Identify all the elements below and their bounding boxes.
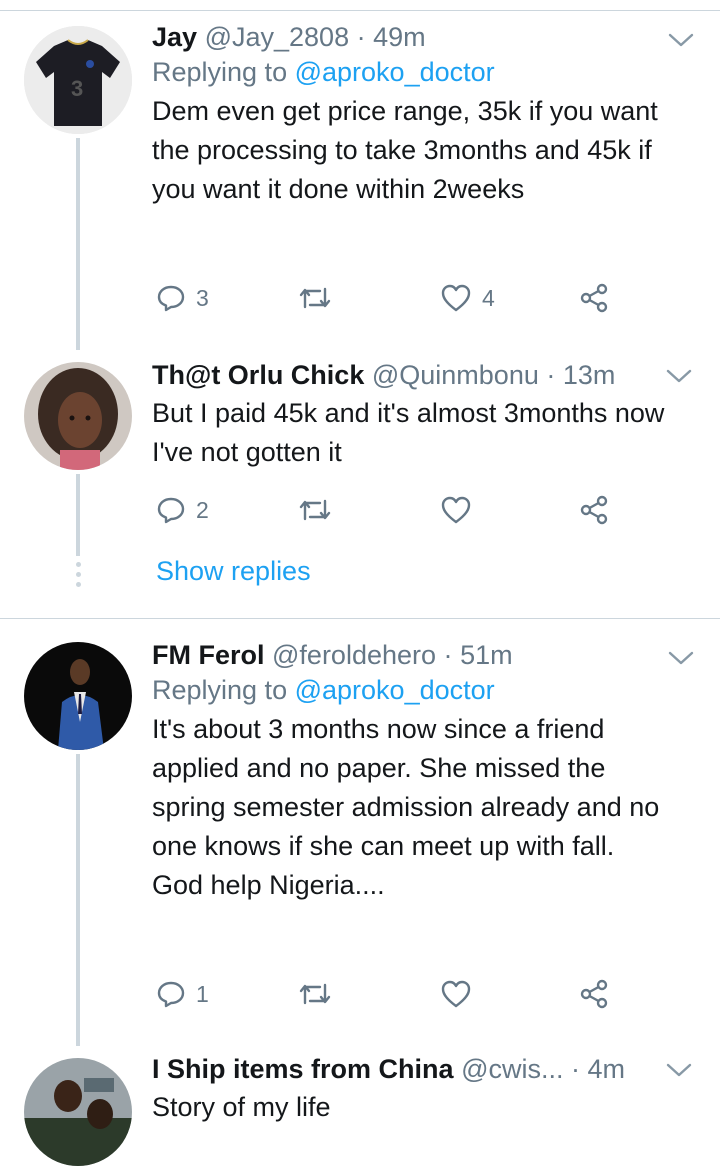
timestamp[interactable]: 4m: [588, 1054, 626, 1084]
replying-to: Replying to @aproko_doctor: [152, 54, 680, 90]
author-name[interactable]: I Ship items from China: [152, 1054, 454, 1084]
thread-dots: [74, 562, 82, 592]
top-divider: [0, 0, 720, 11]
avatar[interactable]: [24, 1058, 132, 1166]
reply-icon: [157, 497, 185, 524]
reply-count: 3: [196, 284, 209, 311]
tweet-text: Story of my life: [152, 1092, 331, 1122]
thread-line: [76, 754, 80, 1046]
author-handle[interactable]: @feroldehero: [272, 640, 436, 670]
thread-line: [76, 474, 80, 556]
retweet-button[interactable]: [298, 490, 332, 530]
separator: ·: [356, 22, 366, 52]
separator: ·: [546, 360, 556, 390]
reply-button[interactable]: 3: [156, 278, 209, 318]
mention-link[interactable]: @aproko_doctor: [295, 675, 495, 705]
chevron-down-icon[interactable]: [664, 1060, 694, 1080]
author-handle[interactable]: @cwis...: [461, 1054, 563, 1084]
avatar[interactable]: 3: [24, 26, 132, 134]
like-icon: [441, 980, 471, 1008]
author-name[interactable]: Th@t Orlu Chick: [152, 360, 364, 390]
author-handle[interactable]: @Quinmbonu: [372, 360, 539, 390]
like-count: 4: [482, 284, 495, 311]
share-button[interactable]: [578, 278, 610, 318]
author-name[interactable]: Jay: [152, 22, 197, 52]
reply-icon: [157, 981, 185, 1008]
like-icon: [441, 496, 471, 524]
retweet-icon: [299, 499, 331, 521]
svg-text:3: 3: [71, 76, 83, 101]
timestamp[interactable]: 13m: [563, 360, 616, 390]
divider: [0, 618, 720, 619]
retweet-icon: [299, 983, 331, 1005]
tweet-text: It's about 3 months now since a friend a…: [152, 714, 660, 900]
thread-line: [76, 138, 80, 350]
timestamp[interactable]: 51m: [460, 640, 513, 670]
like-button[interactable]: [440, 974, 472, 1014]
reply-icon: [157, 285, 185, 312]
chevron-down-icon[interactable]: [666, 30, 696, 50]
retweet-button[interactable]: [298, 278, 332, 318]
show-replies-link[interactable]: Show replies: [156, 556, 311, 587]
share-icon: [580, 283, 608, 313]
share-button[interactable]: [578, 974, 610, 1014]
share-icon: [580, 979, 608, 1009]
share-icon: [580, 495, 608, 525]
like-button[interactable]: 4: [440, 278, 495, 318]
separator: ·: [571, 1054, 580, 1084]
avatar[interactable]: [24, 362, 132, 470]
reply-button[interactable]: 1: [156, 974, 209, 1014]
chevron-down-icon[interactable]: [664, 366, 694, 386]
chevron-down-icon[interactable]: [666, 648, 696, 668]
replying-label: Replying to: [152, 57, 288, 87]
author-name[interactable]: FM Ferol: [152, 640, 265, 670]
like-button[interactable]: [440, 490, 472, 530]
author-handle[interactable]: @Jay_2808: [205, 22, 350, 52]
reply-count: 1: [196, 980, 209, 1007]
tweet-text: But I paid 45k and it's almost 3months n…: [152, 398, 672, 467]
tweet-text: Dem even get price range, 35k if you wan…: [152, 96, 666, 204]
retweet-icon: [299, 287, 331, 309]
avatar[interactable]: [24, 642, 132, 750]
timestamp[interactable]: 49m: [373, 22, 426, 52]
replying-to: Replying to @aproko_doctor: [152, 672, 680, 708]
share-button[interactable]: [578, 490, 610, 530]
mention-link[interactable]: @aproko_doctor: [295, 57, 495, 87]
retweet-button[interactable]: [298, 974, 332, 1014]
separator: ·: [443, 640, 453, 670]
replying-label: Replying to: [152, 675, 288, 705]
reply-count: 2: [196, 496, 209, 523]
reply-button[interactable]: 2: [156, 490, 209, 530]
like-icon: [441, 284, 471, 312]
